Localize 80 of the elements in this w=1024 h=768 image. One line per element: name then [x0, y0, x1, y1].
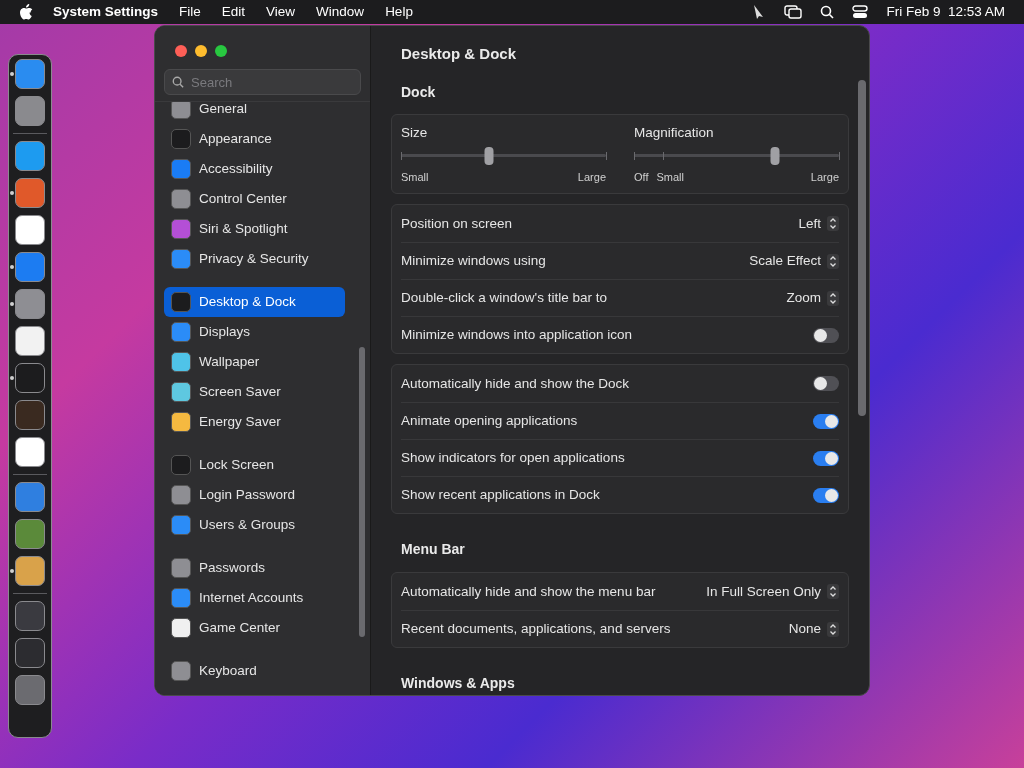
sidebar-item[interactable]: Displays [164, 317, 345, 347]
popup-button[interactable]: In Full Screen Only [706, 581, 839, 602]
up-down-chevron-icon [827, 290, 839, 306]
toggle-switch[interactable] [813, 327, 839, 343]
slider-track[interactable] [634, 146, 839, 165]
setting-label: Animate opening applications [401, 412, 578, 431]
setting-label: Show indicators for open applications [401, 449, 625, 468]
setting-label: Minimize windows using [401, 252, 546, 271]
sidebar-item[interactable]: Accessibility [164, 154, 345, 184]
toggle-switch[interactable] [813, 413, 839, 429]
menu-item[interactable]: Window [316, 1, 365, 23]
app-icon[interactable] [15, 326, 45, 356]
sidebar-item[interactable]: Keyboard [164, 656, 345, 686]
sidebar-item[interactable]: Privacy & Security [164, 244, 345, 274]
menu-item[interactable]: Edit [221, 1, 246, 23]
slider-tick-label: Small [401, 169, 429, 185]
slider-label: Magnification [634, 123, 715, 142]
section-heading: Menu Bar [400, 540, 466, 560]
setting-label: Automatically hide and show the menu bar [401, 582, 656, 601]
menu-item[interactable]: View [266, 1, 296, 23]
clock[interactable]: Fri Feb 9 12:53 AM [886, 1, 1005, 23]
sidebar-item[interactable]: General [164, 102, 345, 124]
setting-label: Minimize windows into application icon [401, 326, 633, 345]
scrollbar[interactable] [858, 80, 866, 416]
up-down-chevron-icon [827, 621, 839, 637]
sidebar-item[interactable]: Desktop & Dock [164, 287, 345, 317]
sidebar-item[interactable]: Siri & Spotlight [164, 214, 345, 244]
sidebar-item[interactable]: Login Password [164, 480, 345, 510]
close-button[interactable] [175, 45, 187, 57]
section-heading: Windows & Apps [400, 674, 516, 694]
slider-track[interactable] [401, 146, 606, 165]
toggle-switch[interactable] [813, 450, 839, 466]
sidebar-item[interactable]: Energy Saver [164, 407, 345, 437]
up-down-chevron-icon [827, 584, 839, 600]
slider-tick-label: Off [634, 169, 649, 185]
search-icon[interactable] [820, 5, 835, 19]
popup-button[interactable]: Scale Effect [749, 251, 839, 272]
setting-label: Show recent applications in Dock [401, 486, 600, 505]
control-center-icon[interactable] [852, 5, 869, 19]
sidebar-item[interactable]: Appearance [164, 124, 345, 154]
slider-tick-label: Large [577, 169, 606, 185]
sidebar-item[interactable]: Screen Saver [164, 377, 345, 407]
search-field[interactable]: Search [164, 69, 361, 95]
menu-item[interactable]: Help [385, 1, 413, 23]
slider-tick-label: Large [810, 169, 839, 185]
sidebar-item[interactable]: Users & Groups [164, 510, 345, 540]
up-down-chevron-icon [827, 253, 839, 269]
windows-icon[interactable] [784, 5, 803, 19]
setting-label: Automatically hide and show the Dock [401, 374, 630, 393]
menu-item[interactable]: File [179, 1, 201, 23]
search-icon [172, 76, 184, 88]
sidebar-item[interactable]: Wallpaper [164, 347, 345, 377]
setting-label: Double-click a window's title bar to [401, 289, 607, 308]
minimize-button[interactable] [195, 45, 207, 57]
sidebar-item[interactable]: Control Center [164, 184, 345, 214]
zoom-button[interactable] [215, 45, 227, 57]
setting-label: Position on screen [401, 214, 513, 233]
popup-button[interactable]: Zoom [786, 288, 839, 309]
slider-label: Size [401, 123, 429, 142]
toggle-switch[interactable] [813, 487, 839, 503]
app-icon[interactable] [15, 556, 45, 586]
up-down-chevron-icon [827, 216, 839, 232]
sidebar-item[interactable]: Internet Accounts [164, 583, 345, 613]
toggle-switch[interactable] [813, 376, 839, 392]
sidebar-item[interactable]: Lock Screen [164, 450, 345, 480]
app-icon[interactable] [15, 437, 45, 467]
popup-button[interactable]: None [788, 619, 839, 640]
sidebar-item[interactable]: Passwords [164, 553, 345, 583]
slider-tick-label: Small [656, 169, 684, 185]
popup-button[interactable]: Left [798, 213, 839, 234]
sidebar-item[interactable]: Game Center [164, 613, 345, 643]
slider-thumb[interactable] [770, 146, 780, 165]
section-heading: Dock [400, 82, 437, 102]
window-title: Desktop & Dock [400, 44, 518, 64]
slider-thumb[interactable] [484, 146, 494, 165]
app-menu[interactable]: System Settings [53, 1, 159, 23]
setting-label: Recent documents, applications, and servers [401, 620, 671, 639]
apple-logo-icon[interactable] [19, 4, 33, 20]
scrollbar[interactable] [359, 347, 365, 637]
app-icon[interactable] [15, 215, 45, 245]
